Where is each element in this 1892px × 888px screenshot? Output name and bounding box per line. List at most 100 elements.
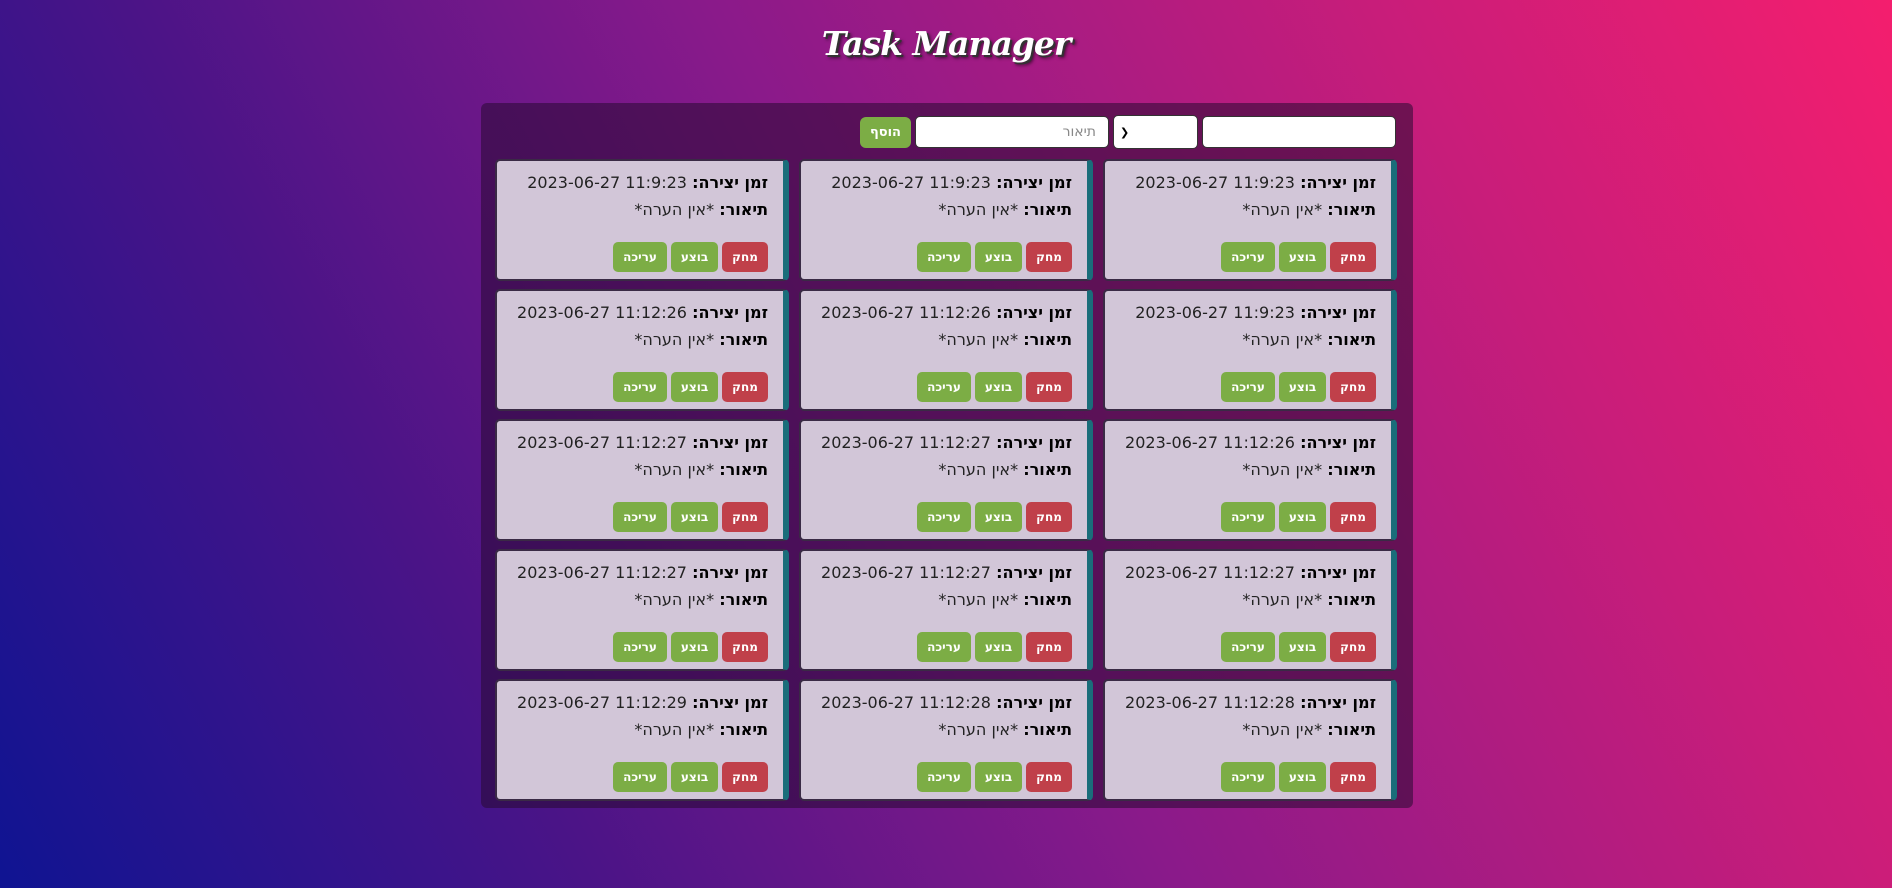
edit-button[interactable]: עריכה	[613, 502, 667, 532]
description-value: *אין הערה*	[938, 330, 1019, 349]
created-row: זמן יצירה: 2023-06-27 11:12:26	[1120, 433, 1376, 460]
done-button[interactable]: בוצע	[975, 762, 1022, 792]
created-value: 2023-06-27 11:9:23	[831, 173, 991, 192]
description-row: תיאור: *אין הערה*	[816, 330, 1072, 357]
edit-button[interactable]: עריכה	[1221, 632, 1275, 662]
delete-button[interactable]: מחק	[722, 502, 768, 532]
created-value: 2023-06-27 11:9:23	[527, 173, 687, 192]
edit-button[interactable]: עריכה	[1221, 502, 1275, 532]
description-row: תיאור: *אין הערה*	[512, 200, 768, 227]
done-button[interactable]: בוצע	[1279, 242, 1326, 272]
task-actions: מחק בוצע עריכה	[917, 502, 1072, 532]
created-label: זמן יצירה:	[1300, 303, 1376, 322]
description-value: *אין הערה*	[1242, 330, 1323, 349]
description-value: *אין הערה*	[634, 200, 715, 219]
task-name-input[interactable]	[1202, 116, 1396, 148]
created-label: זמן יצירה:	[692, 173, 768, 192]
done-button[interactable]: בוצע	[671, 762, 718, 792]
edit-button[interactable]: עריכה	[1221, 762, 1275, 792]
created-row: זמן יצירה: 2023-06-27 11:9:23	[512, 173, 768, 200]
add-task-button[interactable]: הוסף	[860, 116, 911, 148]
description-value: *אין הערה*	[634, 330, 715, 349]
description-label: תיאור:	[1023, 460, 1072, 479]
task-card: זמן יצירה: 2023-06-27 11:9:23 תיאור: *אי…	[799, 159, 1093, 281]
description-value: *אין הערה*	[938, 590, 1019, 609]
done-button[interactable]: בוצע	[1279, 632, 1326, 662]
created-label: זמן יצירה:	[692, 693, 768, 712]
description-value: *אין הערה*	[938, 460, 1019, 479]
task-actions: מחק בוצע עריכה	[613, 762, 768, 792]
done-button[interactable]: בוצע	[975, 242, 1022, 272]
task-card: זמן יצירה: 2023-06-27 11:12:29 תיאור: *א…	[495, 679, 789, 801]
edit-button[interactable]: עריכה	[1221, 372, 1275, 402]
description-label: תיאור:	[1327, 330, 1376, 349]
app-title: Task Manager	[821, 24, 1071, 63]
task-card: זמן יצירה: 2023-06-27 11:12:26 תיאור: *א…	[1103, 419, 1397, 541]
created-row: זמן יצירה: 2023-06-27 11:12:27	[512, 563, 768, 590]
done-button[interactable]: בוצע	[975, 632, 1022, 662]
delete-button[interactable]: מחק	[1330, 632, 1376, 662]
delete-button[interactable]: מחק	[722, 762, 768, 792]
task-actions: מחק בוצע עריכה	[1221, 762, 1376, 792]
created-row: זמן יצירה: 2023-06-27 11:9:23	[816, 173, 1072, 200]
edit-button[interactable]: עריכה	[613, 632, 667, 662]
created-value: 2023-06-27 11:9:23	[1135, 303, 1295, 322]
description-label: תיאור:	[1023, 720, 1072, 739]
edit-button[interactable]: עריכה	[917, 242, 971, 272]
task-card: זמן יצירה: 2023-06-27 11:12:28 תיאור: *א…	[1103, 679, 1397, 801]
edit-button[interactable]: עריכה	[613, 762, 667, 792]
description-row: תיאור: *אין הערה*	[1120, 590, 1376, 617]
delete-button[interactable]: מחק	[1330, 502, 1376, 532]
priority-select[interactable]: ❯	[1113, 115, 1198, 149]
description-row: תיאור: *אין הערה*	[1120, 200, 1376, 227]
done-button[interactable]: בוצע	[975, 502, 1022, 532]
created-label: זמן יצירה:	[1300, 173, 1376, 192]
task-description-input[interactable]	[915, 116, 1109, 148]
created-label: זמן יצירה:	[996, 173, 1072, 192]
delete-button[interactable]: מחק	[1026, 762, 1072, 792]
description-row: תיאור: *אין הערה*	[512, 590, 768, 617]
done-button[interactable]: בוצע	[671, 632, 718, 662]
description-row: תיאור: *אין הערה*	[1120, 460, 1376, 487]
done-button[interactable]: בוצע	[671, 372, 718, 402]
description-value: *אין הערה*	[634, 590, 715, 609]
done-button[interactable]: בוצע	[671, 502, 718, 532]
delete-button[interactable]: מחק	[1026, 242, 1072, 272]
task-actions: מחק בוצע עריכה	[1221, 242, 1376, 272]
description-value: *אין הערה*	[634, 460, 715, 479]
delete-button[interactable]: מחק	[1330, 372, 1376, 402]
delete-button[interactable]: מחק	[1026, 632, 1072, 662]
done-button[interactable]: בוצע	[671, 242, 718, 272]
description-row: תיאור: *אין הערה*	[1120, 330, 1376, 357]
delete-button[interactable]: מחק	[722, 632, 768, 662]
edit-button[interactable]: עריכה	[613, 372, 667, 402]
edit-button[interactable]: עריכה	[613, 242, 667, 272]
task-actions: מחק בוצע עריכה	[613, 242, 768, 272]
edit-button[interactable]: עריכה	[917, 762, 971, 792]
edit-button[interactable]: עריכה	[917, 372, 971, 402]
done-button[interactable]: בוצע	[1279, 762, 1326, 792]
description-label: תיאור:	[1023, 200, 1072, 219]
description-value: *אין הערה*	[1242, 200, 1323, 219]
task-actions: מחק בוצע עריכה	[917, 372, 1072, 402]
description-value: *אין הערה*	[1242, 460, 1323, 479]
task-actions: מחק בוצע עריכה	[1221, 632, 1376, 662]
created-value: 2023-06-27 11:12:27	[821, 563, 991, 582]
task-panel: ❯ הוסף זמן יצירה: 2023-06-27 11:9:23 תיא…	[481, 103, 1413, 808]
delete-button[interactable]: מחק	[1330, 242, 1376, 272]
delete-button[interactable]: מחק	[1026, 372, 1072, 402]
task-actions: מחק בוצע עריכה	[917, 632, 1072, 662]
edit-button[interactable]: עריכה	[1221, 242, 1275, 272]
edit-button[interactable]: עריכה	[917, 632, 971, 662]
delete-button[interactable]: מחק	[722, 242, 768, 272]
task-actions: מחק בוצע עריכה	[917, 242, 1072, 272]
delete-button[interactable]: מחק	[722, 372, 768, 402]
done-button[interactable]: בוצע	[975, 372, 1022, 402]
done-button[interactable]: בוצע	[1279, 372, 1326, 402]
edit-button[interactable]: עריכה	[917, 502, 971, 532]
delete-button[interactable]: מחק	[1330, 762, 1376, 792]
description-row: תיאור: *אין הערה*	[512, 720, 768, 747]
delete-button[interactable]: מחק	[1026, 502, 1072, 532]
task-actions: מחק בוצע עריכה	[917, 762, 1072, 792]
done-button[interactable]: בוצע	[1279, 502, 1326, 532]
